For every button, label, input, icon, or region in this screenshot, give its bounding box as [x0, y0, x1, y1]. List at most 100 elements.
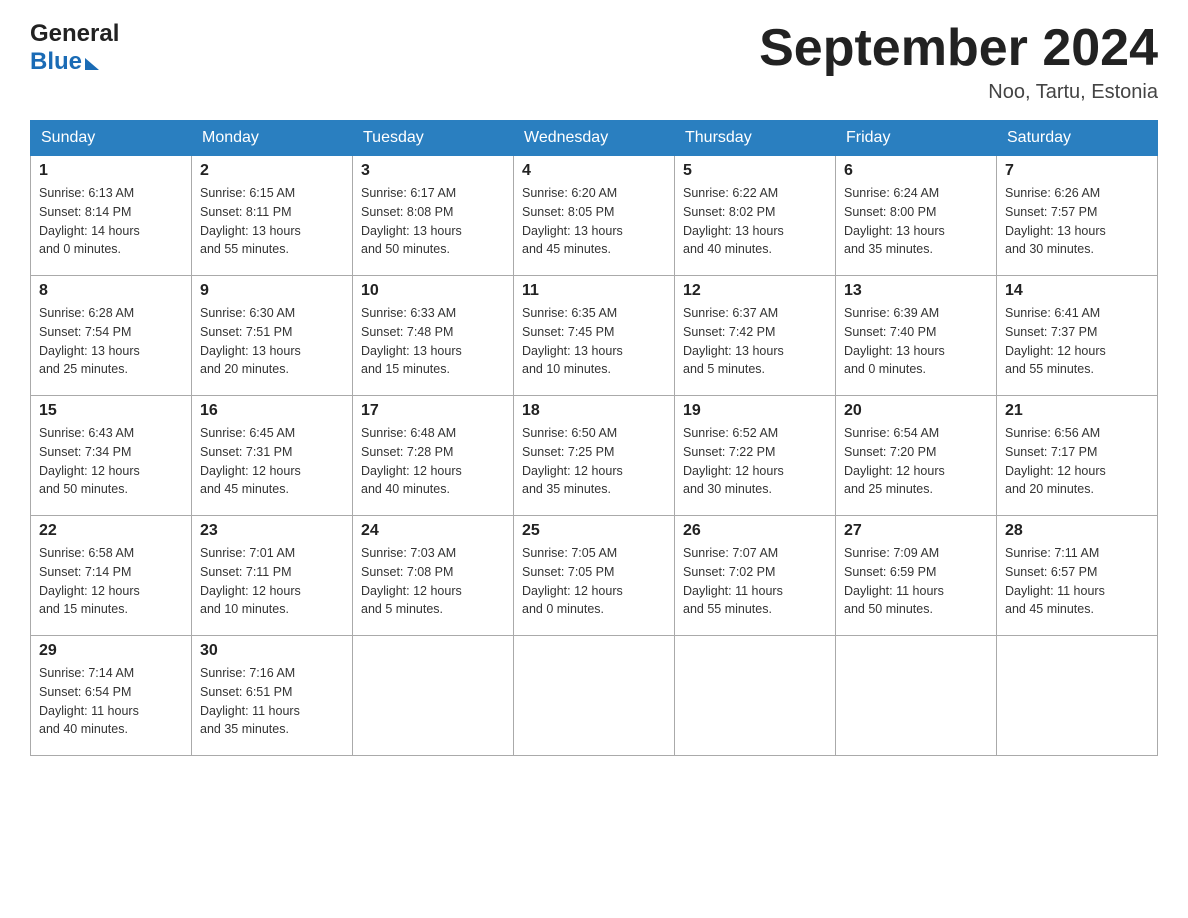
- calendar-cell: 18 Sunrise: 6:50 AMSunset: 7:25 PMDaylig…: [514, 396, 675, 516]
- day-number: 5: [683, 162, 827, 180]
- header: General Blue September 2024 Noo, Tartu, …: [30, 20, 1158, 104]
- day-info: Sunrise: 6:37 AMSunset: 7:42 PMDaylight:…: [683, 304, 827, 379]
- day-number: 11: [522, 282, 666, 300]
- calendar-cell: 20 Sunrise: 6:54 AMSunset: 7:20 PMDaylig…: [836, 396, 997, 516]
- day-info: Sunrise: 6:20 AMSunset: 8:05 PMDaylight:…: [522, 184, 666, 259]
- calendar-cell: 21 Sunrise: 6:56 AMSunset: 7:17 PMDaylig…: [997, 396, 1158, 516]
- calendar-cell: 5 Sunrise: 6:22 AMSunset: 8:02 PMDayligh…: [675, 156, 836, 276]
- day-number: 10: [361, 282, 505, 300]
- calendar-cell: 19 Sunrise: 6:52 AMSunset: 7:22 PMDaylig…: [675, 396, 836, 516]
- calendar-cell: 13 Sunrise: 6:39 AMSunset: 7:40 PMDaylig…: [836, 276, 997, 396]
- day-info: Sunrise: 6:28 AMSunset: 7:54 PMDaylight:…: [39, 304, 183, 379]
- calendar-cell: 29 Sunrise: 7:14 AMSunset: 6:54 PMDaylig…: [31, 636, 192, 756]
- day-info: Sunrise: 6:26 AMSunset: 7:57 PMDaylight:…: [1005, 184, 1149, 259]
- day-info: Sunrise: 7:09 AMSunset: 6:59 PMDaylight:…: [844, 544, 988, 619]
- calendar-header-monday: Monday: [192, 121, 353, 156]
- calendar-cell: 23 Sunrise: 7:01 AMSunset: 7:11 PMDaylig…: [192, 516, 353, 636]
- calendar-cell: 22 Sunrise: 6:58 AMSunset: 7:14 PMDaylig…: [31, 516, 192, 636]
- day-number: 24: [361, 522, 505, 540]
- day-info: Sunrise: 6:41 AMSunset: 7:37 PMDaylight:…: [1005, 304, 1149, 379]
- logo: General Blue: [30, 20, 119, 76]
- calendar-cell: [514, 636, 675, 756]
- day-number: 25: [522, 522, 666, 540]
- calendar-cell: 12 Sunrise: 6:37 AMSunset: 7:42 PMDaylig…: [675, 276, 836, 396]
- calendar-cell: 25 Sunrise: 7:05 AMSunset: 7:05 PMDaylig…: [514, 516, 675, 636]
- calendar-header-saturday: Saturday: [997, 121, 1158, 156]
- calendar-cell: 24 Sunrise: 7:03 AMSunset: 7:08 PMDaylig…: [353, 516, 514, 636]
- calendar-table: SundayMondayTuesdayWednesdayThursdayFrid…: [30, 120, 1158, 756]
- calendar-cell: 7 Sunrise: 6:26 AMSunset: 7:57 PMDayligh…: [997, 156, 1158, 276]
- day-number: 20: [844, 402, 988, 420]
- day-number: 12: [683, 282, 827, 300]
- calendar-cell: 11 Sunrise: 6:35 AMSunset: 7:45 PMDaylig…: [514, 276, 675, 396]
- calendar-cell: 1 Sunrise: 6:13 AMSunset: 8:14 PMDayligh…: [31, 156, 192, 276]
- calendar-cell: 4 Sunrise: 6:20 AMSunset: 8:05 PMDayligh…: [514, 156, 675, 276]
- calendar-cell: 17 Sunrise: 6:48 AMSunset: 7:28 PMDaylig…: [353, 396, 514, 516]
- calendar-cell: [675, 636, 836, 756]
- day-info: Sunrise: 7:16 AMSunset: 6:51 PMDaylight:…: [200, 664, 344, 739]
- day-info: Sunrise: 6:45 AMSunset: 7:31 PMDaylight:…: [200, 424, 344, 499]
- calendar-cell: 26 Sunrise: 7:07 AMSunset: 7:02 PMDaylig…: [675, 516, 836, 636]
- calendar-header-row: SundayMondayTuesdayWednesdayThursdayFrid…: [31, 121, 1158, 156]
- day-number: 7: [1005, 162, 1149, 180]
- day-number: 21: [1005, 402, 1149, 420]
- month-title: September 2024: [759, 20, 1158, 77]
- day-number: 3: [361, 162, 505, 180]
- calendar-cell: 6 Sunrise: 6:24 AMSunset: 8:00 PMDayligh…: [836, 156, 997, 276]
- day-info: Sunrise: 6:35 AMSunset: 7:45 PMDaylight:…: [522, 304, 666, 379]
- day-number: 1: [39, 162, 183, 180]
- calendar-cell: [836, 636, 997, 756]
- day-info: Sunrise: 6:15 AMSunset: 8:11 PMDaylight:…: [200, 184, 344, 259]
- calendar-header-thursday: Thursday: [675, 121, 836, 156]
- day-number: 13: [844, 282, 988, 300]
- day-info: Sunrise: 6:22 AMSunset: 8:02 PMDaylight:…: [683, 184, 827, 259]
- calendar-week-row: 29 Sunrise: 7:14 AMSunset: 6:54 PMDaylig…: [31, 636, 1158, 756]
- day-number: 17: [361, 402, 505, 420]
- day-number: 27: [844, 522, 988, 540]
- day-info: Sunrise: 7:05 AMSunset: 7:05 PMDaylight:…: [522, 544, 666, 619]
- logo-general-text: General: [30, 20, 119, 48]
- day-info: Sunrise: 6:30 AMSunset: 7:51 PMDaylight:…: [200, 304, 344, 379]
- calendar-cell: 3 Sunrise: 6:17 AMSunset: 8:08 PMDayligh…: [353, 156, 514, 276]
- day-number: 28: [1005, 522, 1149, 540]
- calendar-cell: 9 Sunrise: 6:30 AMSunset: 7:51 PMDayligh…: [192, 276, 353, 396]
- calendar-cell: 16 Sunrise: 6:45 AMSunset: 7:31 PMDaylig…: [192, 396, 353, 516]
- calendar-cell: 28 Sunrise: 7:11 AMSunset: 6:57 PMDaylig…: [997, 516, 1158, 636]
- day-info: Sunrise: 6:43 AMSunset: 7:34 PMDaylight:…: [39, 424, 183, 499]
- day-info: Sunrise: 7:07 AMSunset: 7:02 PMDaylight:…: [683, 544, 827, 619]
- calendar-week-row: 8 Sunrise: 6:28 AMSunset: 7:54 PMDayligh…: [31, 276, 1158, 396]
- calendar-cell: 2 Sunrise: 6:15 AMSunset: 8:11 PMDayligh…: [192, 156, 353, 276]
- day-number: 30: [200, 642, 344, 660]
- day-number: 9: [200, 282, 344, 300]
- calendar-header-wednesday: Wednesday: [514, 121, 675, 156]
- calendar-header-tuesday: Tuesday: [353, 121, 514, 156]
- day-number: 26: [683, 522, 827, 540]
- day-info: Sunrise: 6:39 AMSunset: 7:40 PMDaylight:…: [844, 304, 988, 379]
- day-info: Sunrise: 6:50 AMSunset: 7:25 PMDaylight:…: [522, 424, 666, 499]
- calendar-cell: 15 Sunrise: 6:43 AMSunset: 7:34 PMDaylig…: [31, 396, 192, 516]
- day-info: Sunrise: 6:33 AMSunset: 7:48 PMDaylight:…: [361, 304, 505, 379]
- calendar-cell: 10 Sunrise: 6:33 AMSunset: 7:48 PMDaylig…: [353, 276, 514, 396]
- day-info: Sunrise: 7:11 AMSunset: 6:57 PMDaylight:…: [1005, 544, 1149, 619]
- day-number: 2: [200, 162, 344, 180]
- location: Noo, Tartu, Estonia: [759, 81, 1158, 104]
- calendar-cell: [353, 636, 514, 756]
- day-number: 8: [39, 282, 183, 300]
- calendar-cell: 27 Sunrise: 7:09 AMSunset: 6:59 PMDaylig…: [836, 516, 997, 636]
- calendar-header-friday: Friday: [836, 121, 997, 156]
- calendar-week-row: 15 Sunrise: 6:43 AMSunset: 7:34 PMDaylig…: [31, 396, 1158, 516]
- logo-blue-text: Blue: [30, 48, 82, 76]
- calendar-week-row: 22 Sunrise: 6:58 AMSunset: 7:14 PMDaylig…: [31, 516, 1158, 636]
- day-number: 29: [39, 642, 183, 660]
- day-info: Sunrise: 7:14 AMSunset: 6:54 PMDaylight:…: [39, 664, 183, 739]
- day-number: 22: [39, 522, 183, 540]
- calendar-cell: 8 Sunrise: 6:28 AMSunset: 7:54 PMDayligh…: [31, 276, 192, 396]
- day-number: 15: [39, 402, 183, 420]
- day-info: Sunrise: 6:56 AMSunset: 7:17 PMDaylight:…: [1005, 424, 1149, 499]
- day-info: Sunrise: 6:58 AMSunset: 7:14 PMDaylight:…: [39, 544, 183, 619]
- title-area: September 2024 Noo, Tartu, Estonia: [759, 20, 1158, 104]
- day-info: Sunrise: 6:48 AMSunset: 7:28 PMDaylight:…: [361, 424, 505, 499]
- day-info: Sunrise: 6:13 AMSunset: 8:14 PMDaylight:…: [39, 184, 183, 259]
- day-info: Sunrise: 6:54 AMSunset: 7:20 PMDaylight:…: [844, 424, 988, 499]
- day-number: 6: [844, 162, 988, 180]
